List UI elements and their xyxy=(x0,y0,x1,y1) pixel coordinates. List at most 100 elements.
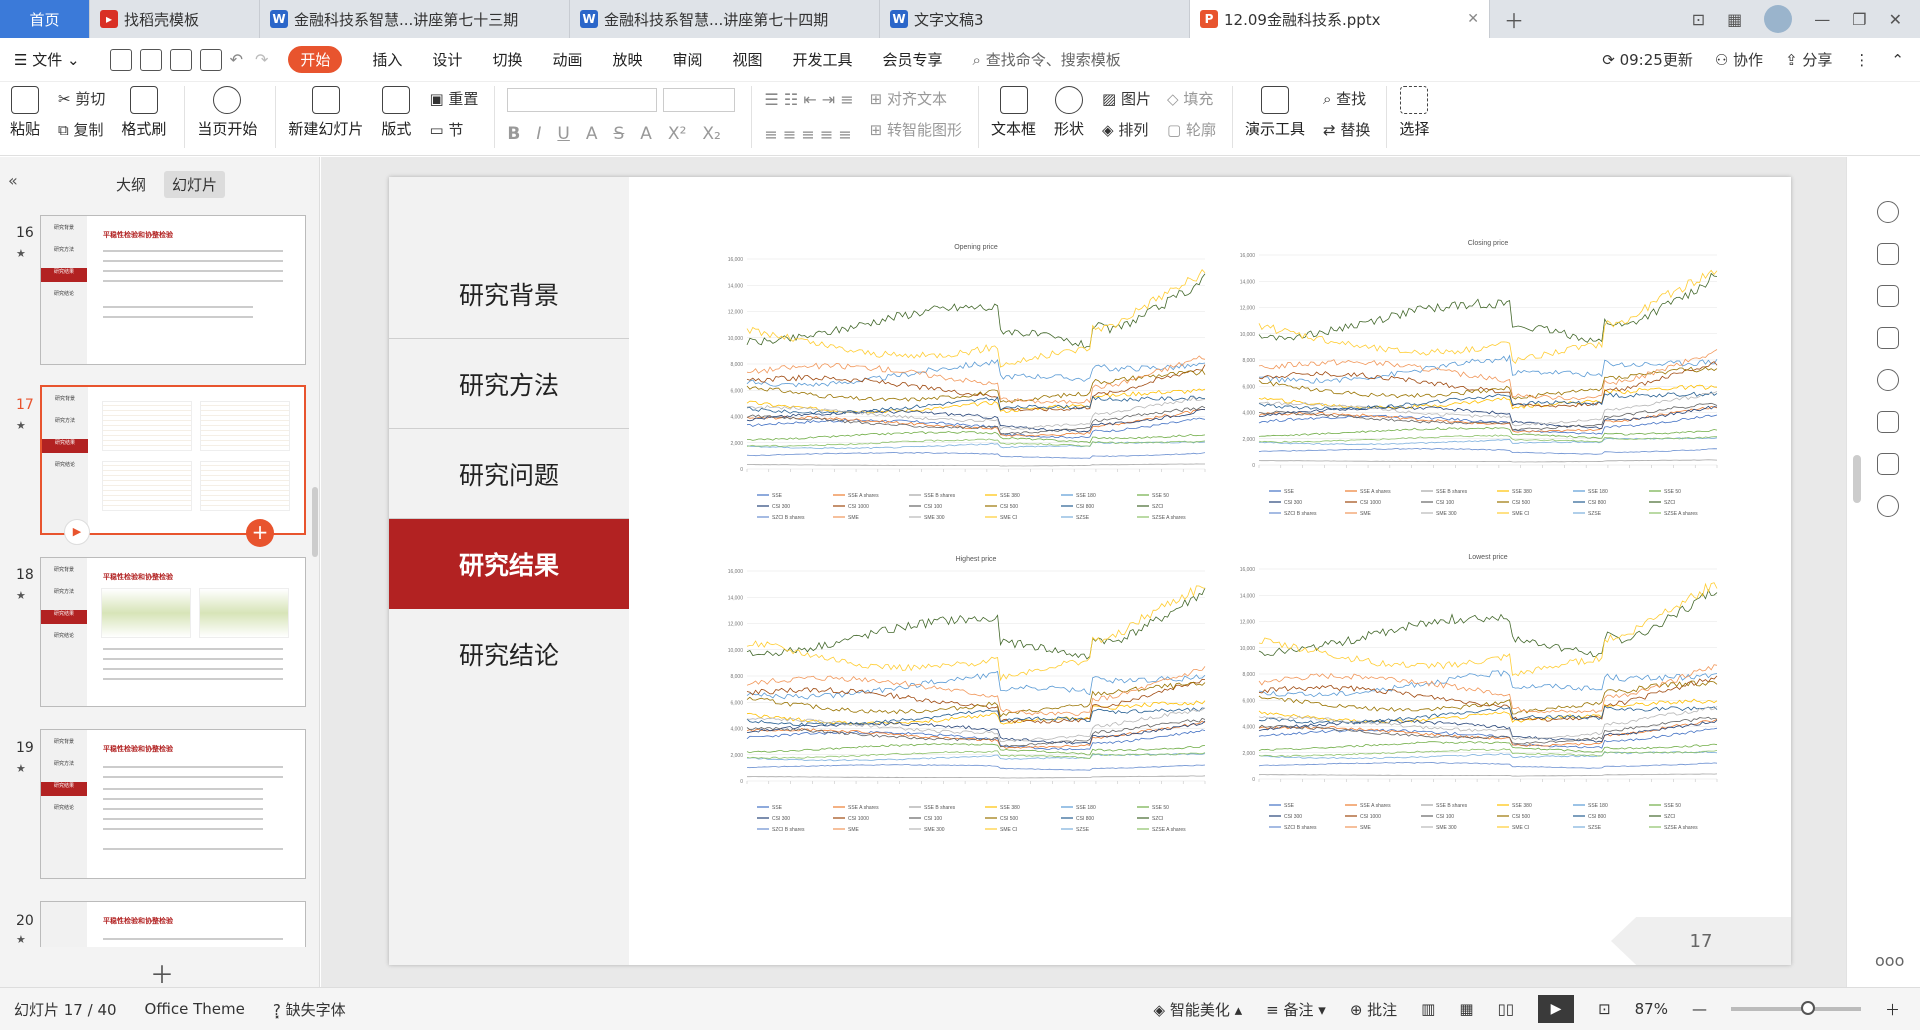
shape-button[interactable]: 形状 xyxy=(1054,82,1084,139)
vertical-scrollbar[interactable] xyxy=(1853,455,1861,503)
presentation-tools-button[interactable]: 演示工具 xyxy=(1245,82,1305,139)
sorter-view-icon[interactable]: ▦ xyxy=(1459,1000,1473,1018)
reading-view-icon[interactable]: ▯▯ xyxy=(1498,1000,1515,1018)
tab-pptx[interactable]: P 12.09金融科技系.pptx ✕ xyxy=(1190,0,1490,38)
zoom-in-icon[interactable]: ＋ xyxy=(1885,999,1900,1020)
section-button[interactable]: ▭ 节 xyxy=(429,119,478,140)
slide-thumbnail-17[interactable]: 研究背景 研究方法 研究结果 研究结论 ▶ + xyxy=(40,385,306,547)
tab-home[interactable]: 首页 xyxy=(0,0,90,38)
preview-icon[interactable] xyxy=(199,48,222,71)
reset-button[interactable]: ▣ 重置 xyxy=(429,88,478,109)
find-button[interactable]: ⌕ 查找 xyxy=(1323,88,1370,109)
tab-doc-73[interactable]: W 金融科技系智慧...讲座第七十三期 xyxy=(260,0,570,38)
export-icon[interactable] xyxy=(139,48,162,71)
save-icon[interactable] xyxy=(109,48,132,71)
zoom-level[interactable]: 87% xyxy=(1635,1000,1668,1018)
font-size-select[interactable] xyxy=(663,88,736,112)
menu-item-home[interactable]: 开始 xyxy=(288,46,343,73)
grid-icon[interactable]: ▦ xyxy=(1727,10,1742,29)
tab-doc-3[interactable]: W 文字文稿3 xyxy=(880,0,1190,38)
menu-item-member[interactable]: 会员专享 xyxy=(883,49,943,70)
sync-status[interactable]: ⟳ 09:25更新 xyxy=(1602,49,1693,70)
normal-view-icon[interactable]: ▥ xyxy=(1421,1000,1435,1018)
replace-button[interactable]: ⇄ 替换 xyxy=(1323,119,1370,140)
zoom-out-icon[interactable]: — xyxy=(1692,1000,1707,1018)
smart-shape-button[interactable]: ⊞ 转智能图形 xyxy=(870,119,962,140)
notes-button[interactable]: ≡ 备注 ▾ xyxy=(1266,999,1326,1020)
tab-daoke[interactable]: ▸ 找稻壳模板 xyxy=(90,0,260,38)
tab-slides[interactable]: 幻灯片 xyxy=(164,171,226,198)
rocket-icon[interactable] xyxy=(1877,201,1899,223)
window-icon[interactable] xyxy=(1877,327,1899,349)
zoom-slider-handle[interactable] xyxy=(1800,1001,1815,1015)
superscript-icon[interactable]: X² xyxy=(668,124,686,144)
command-search[interactable]: ⌕ 查找命令、搜索模板 xyxy=(973,49,1121,70)
window-close-icon[interactable]: ✕ xyxy=(1889,10,1902,29)
new-tab-icon[interactable]: ＋ xyxy=(1504,5,1524,34)
menu-item-review[interactable]: 审阅 xyxy=(672,49,702,70)
menu-item-slideshow[interactable]: 放映 xyxy=(612,49,642,70)
tab-outline[interactable]: 大纲 xyxy=(108,171,154,198)
add-slide-icon[interactable]: + xyxy=(246,519,274,547)
slide-thumbnail-16[interactable]: 研究背景 研究方法 研究结果 研究结论 平稳性检验和协整检验 xyxy=(40,215,306,365)
picture-button[interactable]: ▨ 图片 xyxy=(1102,88,1151,109)
settings-sliders-icon[interactable] xyxy=(1877,243,1899,265)
gallery-icon[interactable] xyxy=(1877,411,1899,433)
slide-thumbnail-18[interactable]: 研究背景 研究方法 研究结果 研究结论 平稳性检验和协整检验 xyxy=(40,557,306,707)
arrange-button[interactable]: ◈ 排列 xyxy=(1102,119,1151,140)
slideshow-play-button[interactable]: ▶ xyxy=(1538,995,1575,1023)
print-icon[interactable] xyxy=(169,48,192,71)
collapse-ribbon-icon[interactable]: ⌃ xyxy=(1891,51,1904,69)
share-button[interactable]: ⇪ 分享 xyxy=(1785,49,1832,70)
format-painter-button[interactable]: 格式刷 xyxy=(121,82,166,139)
menu-item-animation[interactable]: 动画 xyxy=(552,49,582,70)
subscript-icon[interactable]: X₂ xyxy=(702,124,720,144)
slide-thumbnail-20[interactable]: 平稳性检验和协整检验 xyxy=(40,901,306,947)
collab-button[interactable]: ⚇ 协作 xyxy=(1715,49,1763,70)
fit-icon[interactable]: ⊡ xyxy=(1598,1000,1611,1018)
menu-item-design[interactable]: 设计 xyxy=(432,49,462,70)
underline-icon[interactable]: U xyxy=(557,124,569,144)
list-icons[interactable]: ☰ ☷ ⇤ ⇥ ≡ xyxy=(764,90,853,109)
star-icon[interactable] xyxy=(1877,285,1899,307)
comment-button[interactable]: ⊕ 批注 xyxy=(1350,999,1397,1020)
play-from-current-button[interactable]: 当页开始 xyxy=(197,82,257,139)
maximize-icon[interactable]: ❐ xyxy=(1852,10,1866,29)
more-icon[interactable]: ooo xyxy=(1875,951,1904,970)
book-icon[interactable] xyxy=(1877,453,1899,475)
select-button[interactable]: 选择 xyxy=(1399,82,1429,139)
fill-button[interactable]: ◇ 填充 xyxy=(1167,88,1216,109)
play-icon[interactable]: ▶ xyxy=(64,519,90,545)
menu-item-transition[interactable]: 切换 xyxy=(492,49,522,70)
align-icons[interactable]: ≡ ≡ ≡ ≡ ≡ xyxy=(764,125,853,144)
strike-icon[interactable]: S xyxy=(613,124,624,144)
copy-button[interactable]: ⧉ 复制 xyxy=(58,119,105,140)
lightning-icon[interactable] xyxy=(1877,495,1899,517)
menu-item-insert[interactable]: 插入 xyxy=(372,49,402,70)
undo-icon[interactable]: ↶ xyxy=(230,50,243,69)
thumbnail-scrollbar[interactable] xyxy=(312,487,318,557)
theme-name[interactable]: Office Theme xyxy=(145,1000,245,1018)
layout-icon[interactable]: ⊡ xyxy=(1692,10,1705,29)
font-color-icon[interactable]: A xyxy=(640,124,652,144)
close-icon[interactable]: ✕ xyxy=(1457,11,1479,27)
align-text-button[interactable]: ⊞ 对齐文本 xyxy=(870,88,962,109)
beautify-button[interactable]: ◈ 智能美化 ▴ xyxy=(1154,999,1243,1020)
bold-icon[interactable]: B xyxy=(507,124,520,144)
menu-file[interactable]: ☰ 文件 ⌄ xyxy=(14,49,80,70)
zoom-slider[interactable] xyxy=(1730,1001,1861,1015)
italic-icon[interactable]: I xyxy=(536,124,541,144)
missing-font-button[interactable]: ?͓ 缺失字体 xyxy=(273,999,346,1020)
outline-button[interactable]: ▢ 轮廓 xyxy=(1167,119,1216,140)
add-slide-icon[interactable]: ＋ xyxy=(150,955,174,990)
new-slide-button[interactable]: 新建幻灯片 xyxy=(288,82,363,139)
current-slide[interactable]: 研究背景 研究方法 研究问题 研究结果 研究结论 Opening price 0 2… xyxy=(389,177,1791,965)
tab-doc-74[interactable]: W 金融科技系智慧...讲座第七十四期 xyxy=(570,0,880,38)
textbox-button[interactable]: 文本框 xyxy=(991,82,1036,139)
cut-button[interactable]: ✂ 剪切 xyxy=(58,88,105,109)
redo-icon[interactable]: ↷ xyxy=(255,50,268,69)
paste-button[interactable]: 粘贴 xyxy=(10,82,40,139)
layout-button[interactable]: 版式 xyxy=(381,82,411,139)
collapse-panel-icon[interactable]: « xyxy=(8,171,18,190)
help-icon[interactable] xyxy=(1877,369,1899,391)
